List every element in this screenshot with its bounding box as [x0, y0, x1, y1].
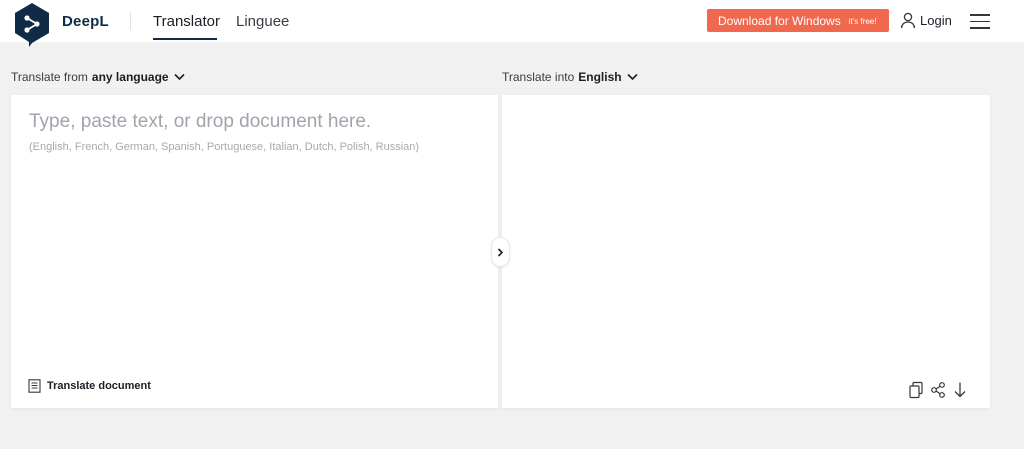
source-text-placeholder[interactable]: Type, paste text, or drop document here.	[29, 111, 371, 133]
menu-line	[970, 20, 990, 22]
user-icon[interactable]	[900, 12, 916, 29]
source-text-panel[interactable]: Type, paste text, or drop document here.…	[11, 95, 498, 408]
active-tab-indicator	[153, 38, 217, 40]
source-language-value: any language	[91, 70, 169, 84]
menu-line	[970, 27, 990, 29]
share-icon[interactable]	[930, 381, 946, 399]
header-divider	[130, 12, 131, 30]
deepl-logo-icon[interactable]	[13, 2, 51, 48]
menu-line	[970, 14, 990, 16]
source-language-prefix: Translate from	[11, 70, 88, 84]
document-icon	[28, 379, 41, 393]
copy-icon[interactable]	[908, 381, 924, 399]
translate-document-button[interactable]: Translate document	[28, 379, 151, 393]
free-badge: it's free!	[848, 16, 877, 26]
target-text-panel[interactable]	[502, 95, 990, 408]
target-language-prefix: Translate into	[502, 70, 575, 84]
target-language-selector[interactable]: Translate into English	[502, 70, 638, 84]
translate-document-label: Translate document	[47, 380, 151, 392]
swap-languages-button[interactable]	[491, 237, 510, 267]
login-link[interactable]: Login	[920, 13, 952, 28]
source-language-selector[interactable]: Translate from any language	[11, 70, 185, 84]
tab-translator[interactable]: Translator	[153, 13, 220, 30]
supported-languages-hint: (English, French, German, Spanish, Portu…	[29, 141, 420, 153]
download-icon[interactable]	[952, 381, 968, 399]
hamburger-icon[interactable]	[970, 14, 990, 29]
chevron-down-icon	[174, 73, 185, 81]
target-language-value: English	[578, 70, 622, 84]
tab-linguee[interactable]: Linguee	[236, 13, 289, 30]
top-header: DeepL Translator Linguee Download for Wi…	[0, 0, 1024, 47]
download-button-label: Download for Windows	[718, 13, 841, 28]
target-toolbar	[908, 381, 974, 399]
download-for-windows-button[interactable]: Download for Windows it's free!	[707, 9, 889, 32]
brand-name[interactable]: DeepL	[62, 13, 109, 30]
chevron-down-icon	[627, 73, 638, 81]
chevron-right-icon	[497, 247, 504, 257]
